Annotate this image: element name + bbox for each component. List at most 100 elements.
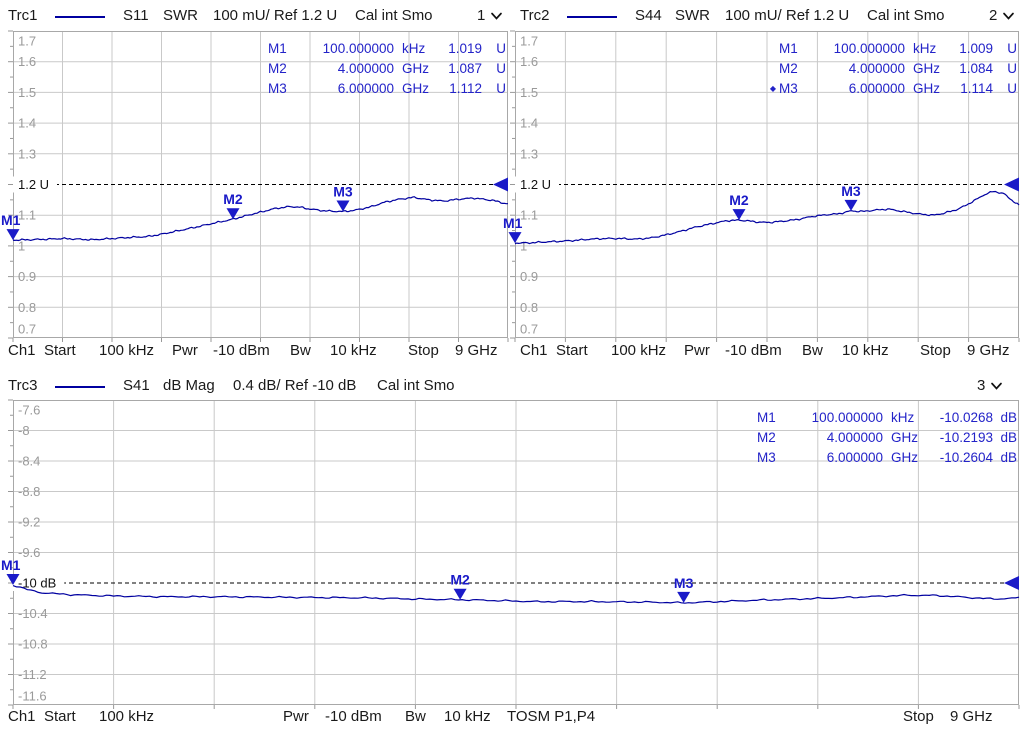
- marker-row: ◆ M3 6.000000 GHz 1.114 U: [767, 79, 1017, 99]
- axis-tick-label: -11.2: [18, 667, 47, 682]
- start-value[interactable]: 100 kHz: [611, 342, 666, 359]
- axis-tick-label: -9.2: [18, 515, 40, 530]
- marker-name: M1: [268, 41, 287, 56]
- stop-value[interactable]: 9 GHz: [455, 342, 498, 359]
- marker-name: M1: [779, 41, 798, 56]
- axis-tick-label: -7.6: [18, 403, 40, 418]
- axis-tick-label: 0.7: [520, 322, 538, 337]
- marker-value: 1.112: [449, 81, 482, 96]
- marker-row: M1 100.000000 kHz 1.009 U: [767, 39, 1017, 59]
- start-value[interactable]: 100 kHz: [99, 708, 154, 725]
- marker-value: -10.2193: [939, 430, 993, 445]
- marker-frequency-unit: kHz: [913, 41, 937, 56]
- channel-number[interactable]: 1: [477, 7, 485, 24]
- marker-label: M3: [674, 575, 694, 591]
- marker-value-unit: U: [496, 41, 506, 56]
- marker-symbol[interactable]: [844, 199, 858, 211]
- power-value[interactable]: -10 dBm: [325, 708, 382, 725]
- marker-value-unit: dB: [1000, 410, 1017, 425]
- marker-value-unit: U: [1007, 41, 1017, 56]
- stop-label: Stop: [920, 342, 951, 359]
- axis-tick-label: 1.4: [18, 116, 36, 131]
- marker-frequency: 4.000000: [337, 61, 394, 76]
- marker-symbol[interactable]: [226, 208, 240, 220]
- axis-tick-label: 0.8: [18, 300, 36, 315]
- reference-level-arrow[interactable]: [493, 177, 508, 192]
- marker-label: M1: [1, 212, 21, 228]
- marker-label: M1: [1, 557, 21, 573]
- bandwidth-label: Bw: [405, 708, 426, 725]
- channel-number[interactable]: 3: [977, 377, 985, 394]
- axis-tick-label: 1.6: [520, 54, 538, 69]
- marker-frequency-unit: GHz: [402, 81, 429, 96]
- axis-tick-label: 1.1: [520, 208, 538, 223]
- axis-tick-label: 1.1: [18, 208, 36, 223]
- axis-tick-label: -8.8: [18, 484, 40, 499]
- marker-row: M1 100.000000 kHz 1.019 U: [256, 39, 506, 59]
- axis-tick-label: -9.6: [18, 545, 40, 560]
- axis-tick-label: 0.9: [520, 269, 538, 284]
- marker-symbol[interactable]: [336, 200, 350, 212]
- axis-tick-label: -11.6: [18, 689, 47, 704]
- axis-tick-label: -10.4: [18, 606, 48, 621]
- start-value[interactable]: 100 kHz: [99, 342, 154, 359]
- bandwidth-value[interactable]: 10 kHz: [842, 342, 889, 359]
- marker-value-unit: dB: [1000, 450, 1017, 465]
- power-value[interactable]: -10 dBm: [213, 342, 270, 359]
- marker-value: 1.009: [959, 41, 993, 56]
- marker-frequency: 100.000000: [811, 410, 883, 425]
- plot-area[interactable]: 1.7 1.6 1.5 1.4 1.3 1.2 U 1.1 1 0.9 0.8 0.7 M1 M2 M3 …: [1, 30, 509, 342]
- trace-scale: 100 mU/ Ref 1.2 U: [213, 7, 338, 24]
- marker-frequency-unit: GHz: [402, 61, 429, 76]
- plot-area[interactable]: 1.7 1.6 1.5 1.4 1.3 1.2 U 1.1 1 0.9 0.8 0.7 M1 M2 M3 …: [503, 30, 1020, 342]
- marker-table: M1 100.000000 kHz 1.019 U M2 4.000000 GH…: [256, 39, 506, 99]
- stop-value[interactable]: 9 GHz: [950, 708, 993, 725]
- marker-frequency-unit: kHz: [891, 410, 915, 425]
- marker-symbol[interactable]: [453, 588, 467, 600]
- marker-row: M3 6.000000 GHz -10.2604 dB: [745, 448, 1017, 468]
- marker-symbol[interactable]: [732, 209, 746, 221]
- marker-row: M2 4.000000 GHz 1.084 U: [767, 59, 1017, 79]
- axis-tick-label: 0.9: [18, 269, 36, 284]
- axis-tick-label: 0.7: [18, 322, 36, 337]
- marker-value: 1.087: [448, 61, 482, 76]
- axis-tick-label: -8.4: [18, 454, 40, 469]
- reference-level-arrow[interactable]: [1004, 576, 1019, 590]
- chevron-down-icon[interactable]: [990, 382, 1003, 391]
- channel-number[interactable]: 2: [989, 7, 997, 24]
- bandwidth-value[interactable]: 10 kHz: [444, 708, 491, 725]
- chevron-down-icon[interactable]: [1002, 12, 1015, 21]
- marker-frequency-unit: kHz: [402, 41, 426, 56]
- marker-row: M2 4.000000 GHz -10.2193 dB: [745, 428, 1017, 448]
- stop-value[interactable]: 9 GHz: [967, 342, 1010, 359]
- marker-label: M1: [503, 215, 523, 231]
- axis-tick-label: 1.6: [18, 54, 36, 69]
- cal-state: Cal int Smo: [377, 377, 455, 394]
- marker-name: M2: [757, 430, 776, 445]
- start-label: Start: [44, 708, 76, 725]
- marker-value: 1.084: [959, 61, 993, 76]
- reference-level-arrow[interactable]: [1004, 177, 1019, 192]
- marker-frequency: 100.000000: [833, 41, 905, 56]
- trace-line-sample: [55, 386, 105, 388]
- marker-name: M1: [757, 410, 776, 425]
- trace-header: Trc2 S44 SWR 100 mU/ Ref 1.2 U Cal int S…: [512, 0, 1023, 31]
- marker-frequency: 6.000000: [337, 81, 394, 96]
- marker-value: -10.2604: [939, 450, 993, 465]
- trace-name[interactable]: Trc1: [8, 7, 37, 24]
- plot-area[interactable]: -7.6 -8 -8.4 -8.8 -9.2 -9.6 -10 dB -10.4 -10.8 -1…: [1, 399, 1020, 709]
- trace-format: SWR: [675, 7, 710, 24]
- marker-symbol[interactable]: [677, 591, 691, 603]
- chevron-down-icon[interactable]: [490, 12, 503, 21]
- trace-header: Trc3 S41 dB Mag 0.4 dB/ Ref -10 dB Cal i…: [0, 370, 1023, 401]
- axis-tick-label: 1.7: [18, 34, 36, 49]
- power-value[interactable]: -10 dBm: [725, 342, 782, 359]
- bandwidth-label: Bw: [290, 342, 311, 359]
- trace-name[interactable]: Trc3: [8, 377, 37, 394]
- axis-tick-label: 1: [520, 238, 527, 253]
- trace-name[interactable]: Trc2: [520, 7, 549, 24]
- stop-label: Stop: [408, 342, 439, 359]
- bandwidth-value[interactable]: 10 kHz: [330, 342, 377, 359]
- axis-tick-label: 1.4: [520, 116, 538, 131]
- trace-scale: 0.4 dB/ Ref -10 dB: [233, 377, 357, 394]
